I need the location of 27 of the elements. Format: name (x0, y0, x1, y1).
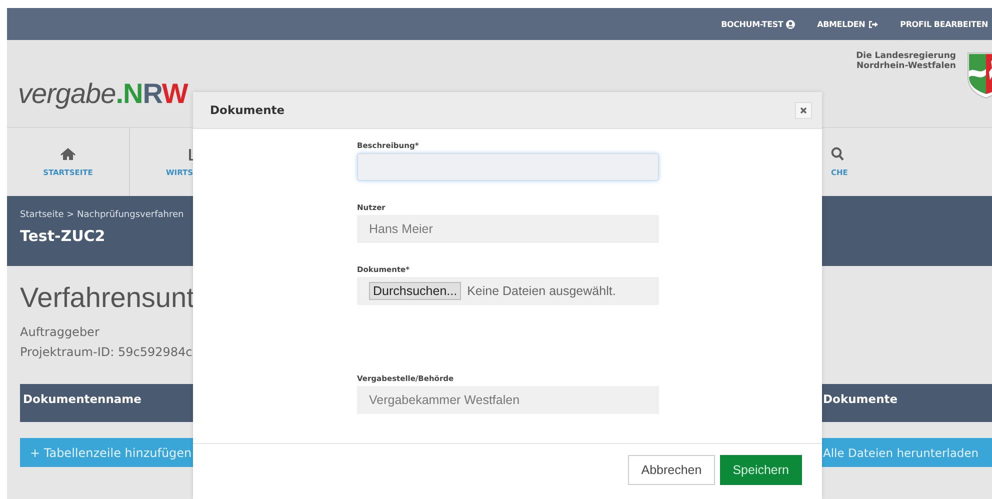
download-all-button[interactable]: Alle Dateien herunterladen (820, 438, 992, 467)
state-government-label: Die Landesregierung Nordrhein-Westfalen (856, 51, 956, 73)
info-text: Auftraggeber (20, 324, 100, 341)
table-header-cell: Dokumente (820, 384, 992, 422)
cancel-button[interactable]: Abbrechen (628, 455, 715, 485)
input-field[interactable]: Hans Meier (357, 215, 659, 243)
file-status-text: Keine Dateien ausgewählt. (467, 284, 616, 298)
file-input-field[interactable]: Durchsuchen... Keine Dateien ausgewählt. (357, 277, 659, 305)
breadcrumb: Startseite > Nachprüfungsverfahren (20, 210, 184, 220)
top-nav-link[interactable]: BOCHUM-TEST (721, 20, 796, 28)
home-icon (60, 147, 76, 161)
page-title: Test-ZUC2 (20, 227, 106, 245)
top-nav-link[interactable]: ABMELDEN (817, 20, 878, 28)
close-button[interactable] (795, 102, 812, 118)
top-nav-link[interactable]: PROFIL BEARBEITEN (900, 20, 988, 28)
input-field[interactable] (357, 153, 659, 181)
input-field[interactable]: Vergabekammer Westfalen (357, 386, 659, 414)
info-text: Projektraum-ID: 59c592984c (20, 344, 192, 361)
close-icon (800, 106, 807, 114)
user-icon (786, 20, 796, 28)
section-heading: Verfahrensunt (20, 282, 194, 315)
dialog-title: Dokumente (210, 103, 285, 117)
search-icon (831, 147, 844, 161)
site-logo[interactable]: vergabe.NRW (18, 78, 188, 114)
browse-button[interactable]: Durchsuchen... (369, 282, 462, 300)
logout-icon (868, 20, 878, 28)
save-button[interactable]: Speichern (720, 455, 802, 485)
